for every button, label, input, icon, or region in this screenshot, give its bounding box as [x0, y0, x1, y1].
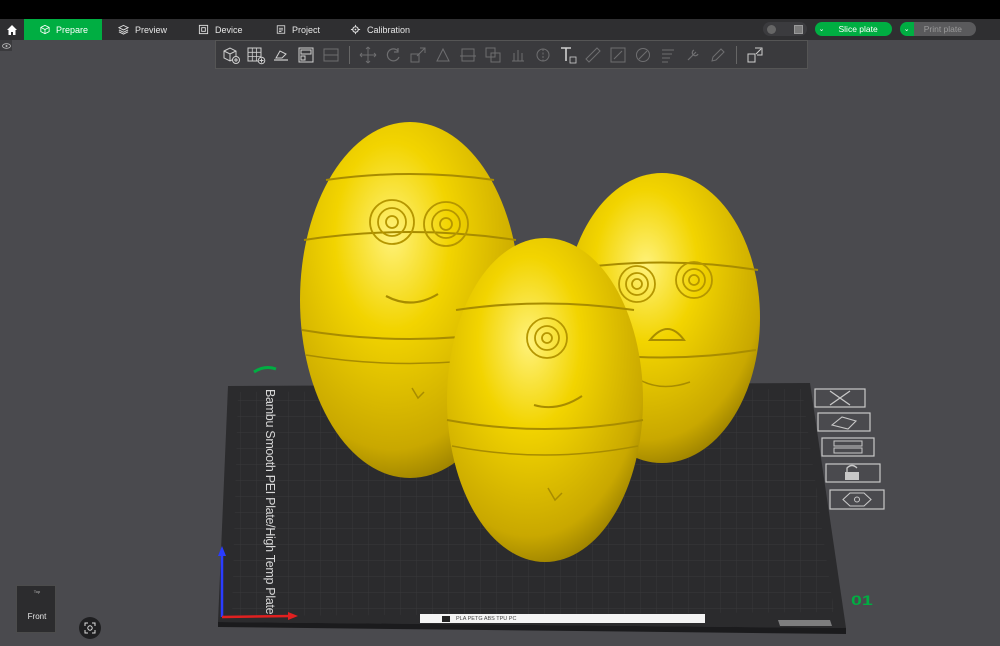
egg-model-center[interactable]	[446, 238, 644, 562]
filament-spec-strip: PLA PETG ABS TPU PC	[420, 614, 705, 623]
mesh-repair-button[interactable]	[682, 44, 704, 66]
rotate-tool-button[interactable]	[382, 44, 404, 66]
split-button[interactable]	[320, 44, 342, 66]
text-tool-button[interactable]	[557, 44, 579, 66]
plate-grid-icon	[247, 47, 266, 64]
plate-number[interactable]: 01	[851, 592, 873, 608]
arrange-icon	[298, 47, 314, 62]
boolean-icon	[485, 47, 501, 62]
lay-face-icon	[436, 47, 450, 61]
rotate-icon	[386, 47, 400, 61]
add-plate-button[interactable]	[245, 44, 267, 66]
lay-on-face-button[interactable]	[432, 44, 454, 66]
arrange-button[interactable]	[295, 44, 317, 66]
move-tool-button[interactable]	[357, 44, 379, 66]
plate-settings-button[interactable]	[829, 489, 885, 510]
move-icon	[359, 46, 377, 63]
explode-icon	[747, 47, 763, 62]
zoom-to-fit-button[interactable]	[79, 617, 101, 639]
view-cube-front[interactable]: Front	[17, 612, 57, 621]
variable-height-button[interactable]	[657, 44, 679, 66]
plate-lock-button[interactable]	[825, 463, 881, 483]
fit-view-icon	[84, 622, 96, 634]
color-paint-button[interactable]	[632, 44, 654, 66]
add-object-button[interactable]	[220, 44, 242, 66]
plate-type-label: Bambu Smooth PEI Plate/High Temp Plate	[263, 389, 277, 615]
measure-button[interactable]	[582, 44, 604, 66]
toolbar-separator	[349, 45, 350, 64]
text-icon	[561, 46, 577, 63]
orient-icon	[274, 49, 288, 61]
slicer-app: Prepare Preview Device Project Calibrati…	[0, 0, 1000, 646]
assembly-button[interactable]	[607, 44, 629, 66]
seam-paint-button[interactable]	[532, 44, 554, 66]
auto-orient-button[interactable]	[270, 44, 292, 66]
support-icon	[512, 49, 524, 61]
seam-icon	[536, 48, 550, 61]
qr-icon	[442, 615, 450, 622]
support-paint-button[interactable]	[507, 44, 529, 66]
split-icon	[323, 48, 339, 61]
paint-icon	[636, 47, 650, 62]
add-cube-icon	[223, 46, 240, 64]
repair-icon	[687, 48, 699, 60]
pencil-icon	[711, 47, 725, 62]
plate-corner-mark	[778, 620, 832, 626]
3d-viewport[interactable]	[0, 0, 1000, 646]
filament-list: PLA PETG ABS TPU PC	[456, 615, 517, 622]
plate-close-button[interactable]	[814, 388, 866, 408]
view-cube-top[interactable]: Top	[17, 589, 57, 594]
boolean-button[interactable]	[482, 44, 504, 66]
measure-icon	[585, 46, 601, 63]
explode-view-button[interactable]	[744, 44, 766, 66]
plate-orient-button[interactable]	[821, 437, 875, 457]
scale-tool-button[interactable]	[407, 44, 429, 66]
variable-layer-icon	[662, 49, 674, 62]
edit-tool-button[interactable]	[707, 44, 729, 66]
plate-arrange-button[interactable]	[817, 412, 871, 432]
cut-icon	[460, 48, 476, 61]
object-toolbar	[215, 40, 808, 69]
cut-tool-button[interactable]	[457, 44, 479, 66]
view-cube[interactable]: Top Front	[16, 585, 56, 633]
toolbar-separator	[736, 45, 737, 64]
scale-icon	[410, 47, 426, 62]
y-axis-marker	[253, 366, 277, 374]
assembly-icon	[610, 47, 626, 62]
